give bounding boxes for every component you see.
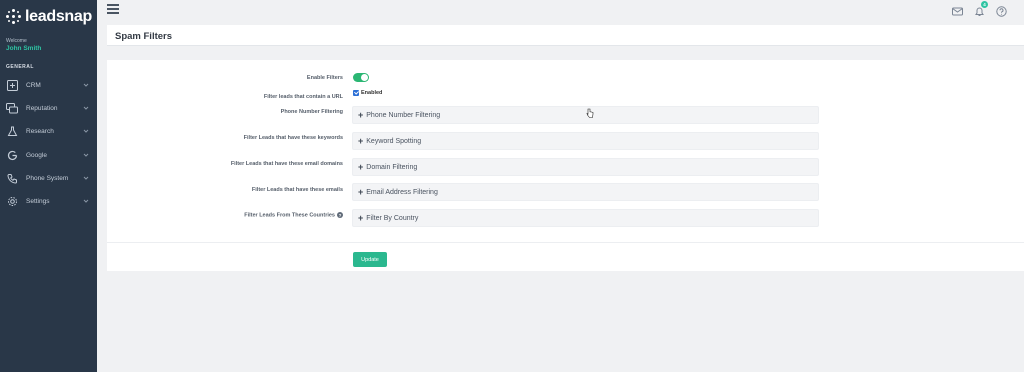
sidebar-item-label: Research [26, 127, 54, 135]
hand-cursor-icon [586, 108, 594, 118]
update-button[interactable]: Update [353, 252, 387, 267]
brand-name: leadsnap [25, 8, 92, 25]
accordion-label: Phone Number Filtering [366, 111, 441, 119]
topbar: 4 [97, 0, 1024, 19]
page-header: Spam Filters [107, 25, 1024, 46]
plus-icon: + [358, 186, 364, 197]
brand-logo[interactable]: leadsnap [6, 8, 92, 26]
chevron-down-icon [83, 153, 89, 157]
question-icon[interactable]: ? [337, 212, 343, 218]
nav-section-label: GENERAL [6, 64, 34, 70]
sidebar-item-research[interactable]: Research [0, 121, 97, 141]
sidebar-item-phone-system[interactable]: Phone System [0, 168, 97, 188]
sidebar-item-label: Settings [26, 197, 50, 205]
sidebar-item-label: CRM [26, 81, 41, 89]
sidebar-item-crm[interactable]: CRM [0, 75, 97, 95]
keywords-filter-accordion[interactable]: + Keyword Spotting [352, 132, 819, 150]
logo-icon [6, 9, 22, 25]
sidebar-item-label: Google [26, 151, 47, 159]
plus-icon: + [358, 161, 364, 172]
google-icon [6, 149, 18, 161]
form-divider [107, 242, 1024, 243]
accordion-label: Keyword Spotting [366, 137, 422, 145]
notification-badge: 4 [981, 1, 988, 8]
plus-icon: + [358, 109, 364, 120]
domains-filter-accordion[interactable]: + Domain Filtering [352, 158, 819, 176]
chevron-down-icon [83, 83, 89, 87]
help-icon[interactable] [996, 4, 1007, 17]
domains-filter-label: Filter Leads that have these email domai… [230, 161, 343, 167]
url-filter-checkbox-label[interactable]: Enabled [361, 90, 382, 96]
url-filter-label: Filter leads that contain a URL [263, 94, 343, 100]
chevron-down-icon [83, 129, 89, 133]
sidebar-item-google[interactable]: Google [0, 145, 97, 165]
flask-icon [6, 125, 18, 137]
sidebar-item-label: Reputation [26, 104, 58, 112]
user-name[interactable]: John Smith [6, 45, 41, 52]
chevron-down-icon [83, 106, 89, 110]
emails-filter-accordion[interactable]: + Email Address Filtering [352, 183, 819, 201]
countries-filter-accordion[interactable]: + Filter By Country [352, 209, 819, 227]
welcome-text: Welcome [6, 38, 27, 44]
sidebar-item-settings[interactable]: Settings [0, 191, 97, 211]
plus-icon: + [358, 135, 364, 146]
keywords-filter-label: Filter Leads that have these keywords [243, 135, 343, 141]
enable-filters-toggle[interactable] [353, 73, 369, 82]
countries-filter-label-text: Filter Leads From These Countries [244, 212, 335, 219]
page-title: Spam Filters [115, 31, 173, 42]
chevron-down-icon [83, 199, 89, 203]
countries-filter-label: Filter Leads From These Countries? [244, 212, 343, 218]
accordion-label: Domain Filtering [366, 163, 418, 171]
plus-box-icon [6, 79, 18, 91]
mail-icon[interactable] [952, 4, 963, 16]
menu-icon[interactable] [107, 4, 119, 14]
gear-icon [6, 195, 18, 207]
emails-filter-label: Filter Leads that have these emails [251, 187, 343, 193]
phone-icon [6, 172, 18, 184]
sidebar-item-label: Phone System [26, 174, 69, 182]
sidebar-item-reputation[interactable]: Reputation [0, 98, 97, 118]
phone-filter-label: Phone Number Filtering [280, 109, 343, 115]
accordion-label: Email Address Filtering [366, 188, 438, 196]
plus-icon: + [358, 212, 364, 223]
reputation-icon [6, 102, 18, 114]
url-filter-checkbox[interactable] [353, 90, 359, 96]
chevron-down-icon [83, 176, 89, 180]
enable-filters-label: Enable Filters [306, 75, 343, 81]
bell-icon[interactable]: 4 [974, 1, 988, 16]
accordion-label: Filter By Country [366, 214, 419, 222]
sidebar: leadsnap Welcome John Smith GENERAL CRM … [0, 0, 97, 372]
